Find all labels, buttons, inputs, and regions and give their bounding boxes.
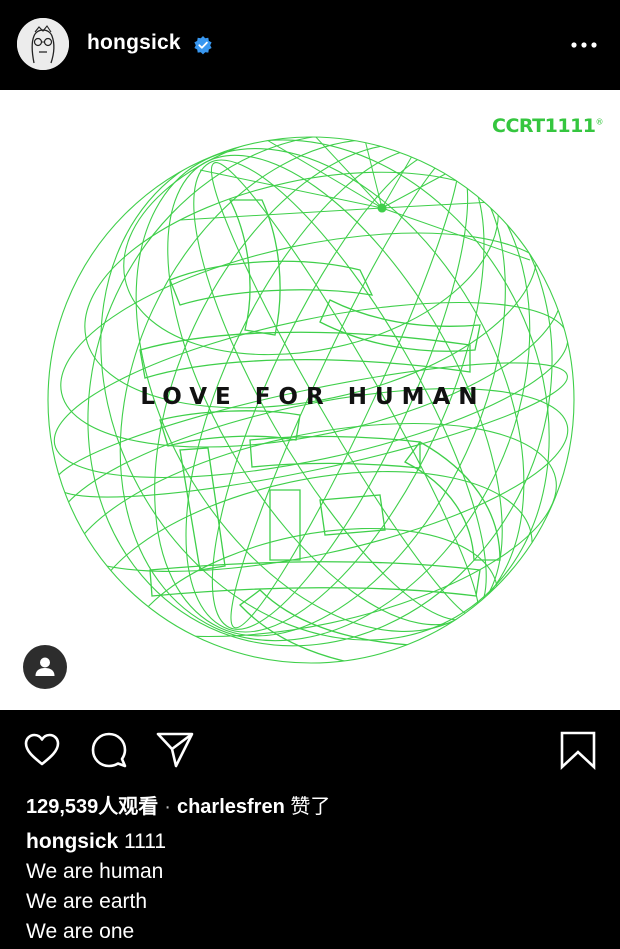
brand-mark: ® bbox=[595, 117, 604, 127]
caption-line: We are human bbox=[26, 860, 164, 883]
comment-icon[interactable] bbox=[89, 730, 129, 770]
likes-summary: 129,539人观看 · charlesfren 赞了 bbox=[26, 790, 330, 819]
send-icon[interactable] bbox=[155, 730, 195, 770]
brand-label: CCRT bbox=[492, 115, 545, 137]
post-image[interactable]: CCRT1111® LOVE FOR HUMAN bbox=[0, 90, 620, 710]
more-options-icon[interactable] bbox=[566, 33, 602, 57]
brand-number: 1111 bbox=[544, 115, 596, 137]
liked-suffix: 赞了 bbox=[290, 796, 331, 818]
view-count[interactable]: 129,539 bbox=[26, 796, 98, 818]
action-bar bbox=[0, 710, 620, 790]
avatar[interactable] bbox=[17, 18, 69, 70]
artwork-slogan: LOVE FOR HUMAN bbox=[140, 384, 486, 410]
liked-by-user[interactable]: charlesfren bbox=[177, 796, 285, 818]
username[interactable]: hongsick bbox=[87, 31, 181, 55]
view-count-suffix: 人观看 bbox=[98, 796, 159, 818]
post-caption: hongsick 1111 We are human We are earth … bbox=[26, 827, 166, 947]
caption-title: 1111 bbox=[124, 830, 167, 853]
post-header: hongsick bbox=[0, 0, 620, 90]
user-tag-button[interactable] bbox=[23, 645, 67, 689]
user-tag-icon bbox=[35, 657, 55, 676]
likes-separator: · bbox=[164, 796, 171, 818]
avatar-sketch-icon bbox=[17, 18, 69, 70]
caption-username[interactable]: hongsick bbox=[26, 830, 118, 853]
heart-icon[interactable] bbox=[22, 730, 62, 770]
brand-logo: CCRT1111® bbox=[492, 115, 603, 137]
caption-line: We are one bbox=[26, 920, 135, 943]
caption-line: We are earth bbox=[26, 890, 148, 913]
verified-badge-icon bbox=[194, 36, 212, 55]
bookmark-icon[interactable] bbox=[558, 730, 598, 770]
